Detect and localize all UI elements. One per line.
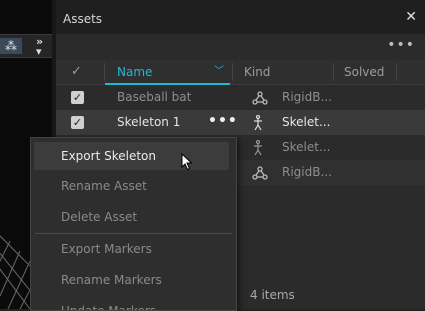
sort-chevron-icon[interactable]: ﹀ <box>214 60 224 84</box>
asset-kind: RigidB... <box>282 90 332 104</box>
menu-item-rename-markers[interactable]: Rename Markers <box>31 266 236 294</box>
asset-kind: Skelet... <box>282 115 331 129</box>
rigid-body-icon <box>252 85 268 110</box>
menu-item-label: Rename Asset <box>61 179 147 193</box>
asset-kind: RigidB... <box>282 165 332 179</box>
panel-toolbar: ••• <box>56 34 425 58</box>
menu-item-label: Delete Asset <box>61 210 138 224</box>
row-checkbox[interactable]: ✓ <box>71 91 84 104</box>
layout-icon[interactable]: ⁂ <box>0 38 22 54</box>
context-menu: Export Skeleton Rename Asset Delete Asse… <box>30 137 237 311</box>
asset-kind: Skelet... <box>282 140 331 154</box>
menu-item-label: Rename Markers <box>61 273 162 287</box>
item-count: 4 items <box>250 288 295 302</box>
asset-name: Baseball bat <box>117 90 192 104</box>
table-row[interactable]: ✓ Baseball bat RigidB... <box>56 85 425 110</box>
table-row-selected[interactable]: ✓ Skeleton 1 ••• Skelet... <box>56 110 425 135</box>
column-divider[interactable] <box>396 63 397 81</box>
column-divider[interactable] <box>333 63 334 81</box>
chevron-double-right-icon[interactable]: » ▾ <box>36 36 43 57</box>
row-more-options-icon[interactable]: ••• <box>208 110 238 135</box>
row-checkbox[interactable]: ✓ <box>71 116 84 129</box>
column-header: ✓ Name ﹀ Kind Solved <box>56 60 425 85</box>
menu-item-export-skeleton[interactable]: Export Skeleton <box>34 142 229 170</box>
kind-column-header[interactable]: Kind <box>244 60 270 84</box>
check-all-column[interactable]: ✓ <box>71 60 82 84</box>
menu-separator <box>35 233 232 234</box>
menu-item-rename-asset[interactable]: Rename Asset <box>31 172 236 200</box>
skeleton-icon <box>252 135 264 160</box>
skeleton-icon <box>252 110 264 135</box>
column-divider[interactable] <box>104 63 105 81</box>
menu-item-export-markers[interactable]: Export Markers <box>31 235 236 263</box>
menu-item-label: Export Skeleton <box>61 149 156 163</box>
column-divider[interactable] <box>232 63 233 81</box>
panel-header: Assets ✕ <box>56 0 425 34</box>
close-icon[interactable]: ✕ <box>405 9 417 25</box>
menu-item-label: Export Markers <box>61 242 152 256</box>
rigid-body-icon <box>252 160 268 185</box>
mouse-cursor-icon <box>181 153 193 171</box>
solved-column-header[interactable]: Solved <box>344 60 384 84</box>
panel-title: Assets <box>63 12 103 26</box>
more-horizontal-icon[interactable]: ••• <box>387 37 415 53</box>
name-column-header[interactable]: Name <box>117 60 152 84</box>
viewport-toolbar: ⁂ » ▾ <box>0 34 52 58</box>
asset-name: Skeleton 1 <box>117 115 181 129</box>
menu-item-delete-asset[interactable]: Delete Asset <box>31 203 236 231</box>
